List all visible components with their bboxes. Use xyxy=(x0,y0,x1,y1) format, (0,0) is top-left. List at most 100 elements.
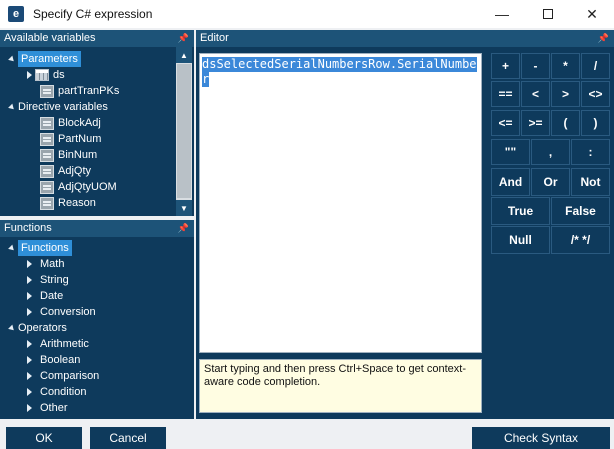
quotes-button[interactable]: "" xyxy=(491,139,530,165)
collapsed-icon[interactable] xyxy=(27,340,32,348)
plus-button[interactable]: + xyxy=(491,53,520,79)
collapsed-icon[interactable] xyxy=(27,292,32,300)
operator-category-item[interactable]: Comparison xyxy=(24,368,99,384)
not-equal-button[interactable]: <> xyxy=(581,81,610,107)
functions-title: Functions xyxy=(4,222,52,234)
title-bar: e Specify C# expression — ✕ xyxy=(0,0,614,28)
app-icon: e xyxy=(8,6,24,22)
variable-icon xyxy=(40,164,54,178)
code-completion-hint: Start typing and then press Ctrl+Space t… xyxy=(199,359,482,413)
greater-equal-button[interactable]: >= xyxy=(521,110,550,136)
true-button[interactable]: True xyxy=(491,197,550,225)
or-button[interactable]: Or xyxy=(531,168,570,196)
variables-scrollbar[interactable]: ▲ ▼ xyxy=(176,47,192,216)
variable-icon xyxy=(40,84,54,98)
variable-item[interactable]: BinNum xyxy=(40,147,97,163)
variable-label: Reason xyxy=(58,197,96,209)
tree-node-operators[interactable]: Operators xyxy=(6,320,67,336)
minimize-button[interactable]: — xyxy=(480,0,524,28)
scrollbar-thumb[interactable] xyxy=(177,64,191,198)
variable-icon xyxy=(40,132,54,146)
operator-category-item[interactable]: Other xyxy=(24,400,68,416)
variable-label: AdjQty xyxy=(58,165,92,177)
open-paren-button[interactable]: ( xyxy=(551,110,580,136)
less-than-button[interactable]: < xyxy=(521,81,550,107)
comma-button[interactable]: , xyxy=(531,139,570,165)
function-item[interactable]: Math xyxy=(24,256,64,272)
variable-item[interactable]: AdjQtyUOM xyxy=(40,179,117,195)
variable-label: AdjQtyUOM xyxy=(58,181,117,193)
function-item[interactable]: String xyxy=(24,272,69,288)
expanded-icon[interactable] xyxy=(8,244,16,252)
collapsed-icon[interactable] xyxy=(27,260,32,268)
variable-item[interactable]: Reason xyxy=(40,195,96,211)
maximize-button[interactable] xyxy=(526,0,570,28)
variable-item[interactable]: BlockAdj xyxy=(40,115,101,131)
operator-category-item[interactable]: Boolean xyxy=(24,352,80,368)
collapsed-icon[interactable] xyxy=(27,71,32,79)
operator-category-item[interactable]: Condition xyxy=(24,384,86,400)
expanded-icon[interactable] xyxy=(8,55,16,63)
scroll-down-icon[interactable]: ▼ xyxy=(176,200,192,216)
operator-category-label: Condition xyxy=(40,386,87,398)
cancel-button[interactable]: Cancel xyxy=(90,427,166,449)
collapsed-icon[interactable] xyxy=(27,404,32,412)
functions-header: Functions 📌 xyxy=(0,220,194,237)
less-equal-button[interactable]: <= xyxy=(491,110,520,136)
editor-title: Editor xyxy=(200,32,229,44)
false-button[interactable]: False xyxy=(551,197,610,225)
operators-label: Operators xyxy=(18,322,67,334)
variable-item[interactable]: PartNum xyxy=(40,131,101,147)
function-label: Math xyxy=(40,258,65,270)
function-item[interactable]: Date xyxy=(24,288,63,304)
operator-category-label: Other xyxy=(40,402,68,414)
collapsed-icon[interactable] xyxy=(27,356,32,364)
functions-panel: Functions 📌 Functions Math String Date C… xyxy=(0,220,194,419)
directive-variables-label: Directive variables xyxy=(18,101,108,113)
ds-label: ds xyxy=(53,69,65,81)
expanded-icon[interactable] xyxy=(8,324,16,332)
null-button[interactable]: Null xyxy=(491,226,550,254)
check-syntax-button[interactable]: Check Syntax xyxy=(472,427,610,449)
available-variables-header: Available variables 📌 xyxy=(0,30,194,47)
variable-icon xyxy=(40,116,54,130)
minus-button[interactable]: - xyxy=(521,53,550,79)
table-icon xyxy=(35,69,49,81)
comment-button[interactable]: /* */ xyxy=(551,226,610,254)
collapsed-icon[interactable] xyxy=(27,276,32,284)
close-button[interactable]: ✕ xyxy=(570,0,614,28)
tree-node-parttranpks[interactable]: partTranPKs xyxy=(40,83,119,99)
greater-than-button[interactable]: > xyxy=(551,81,580,107)
variables-tree: Parameters ds partTranPKs Directive vari… xyxy=(0,47,176,216)
expanded-icon[interactable] xyxy=(8,103,16,111)
available-variables-title: Available variables xyxy=(4,32,96,44)
scroll-up-icon[interactable]: ▲ xyxy=(176,47,192,63)
variable-icon xyxy=(40,148,54,162)
collapsed-icon[interactable] xyxy=(27,372,32,380)
ok-button[interactable]: OK xyxy=(6,427,82,449)
tree-node-parameters[interactable]: Parameters xyxy=(6,51,81,67)
pin-icon[interactable]: 📌 xyxy=(598,30,609,47)
multiply-button[interactable]: * xyxy=(551,53,580,79)
pin-icon[interactable]: 📌 xyxy=(178,30,189,47)
tree-node-functions[interactable]: Functions xyxy=(6,240,72,256)
tree-node-ds[interactable]: ds xyxy=(24,67,65,83)
code-line[interactable]: dsSelectedSerialNumbersRow.SerialNumbe xyxy=(202,57,477,72)
tree-node-directive-variables[interactable]: Directive variables xyxy=(6,99,108,115)
function-item[interactable]: Conversion xyxy=(24,304,96,320)
divide-button[interactable]: / xyxy=(581,53,610,79)
variable-item[interactable]: AdjQty xyxy=(40,163,91,179)
operator-category-item[interactable]: Arithmetic xyxy=(24,336,89,352)
code-line[interactable]: r xyxy=(202,72,210,87)
not-button[interactable]: Not xyxy=(571,168,610,196)
collapsed-icon[interactable] xyxy=(27,308,32,316)
collapsed-icon[interactable] xyxy=(27,388,32,396)
equal-button[interactable]: == xyxy=(491,81,520,107)
parameters-label: Parameters xyxy=(18,51,81,67)
close-paren-button[interactable]: ) xyxy=(581,110,610,136)
pin-icon[interactable]: 📌 xyxy=(178,220,189,237)
code-editor[interactable]: dsSelectedSerialNumbersRow.SerialNumbe r xyxy=(199,53,482,353)
and-button[interactable]: And xyxy=(491,168,530,196)
operator-category-label: Arithmetic xyxy=(40,338,89,350)
colon-button[interactable]: : xyxy=(571,139,610,165)
